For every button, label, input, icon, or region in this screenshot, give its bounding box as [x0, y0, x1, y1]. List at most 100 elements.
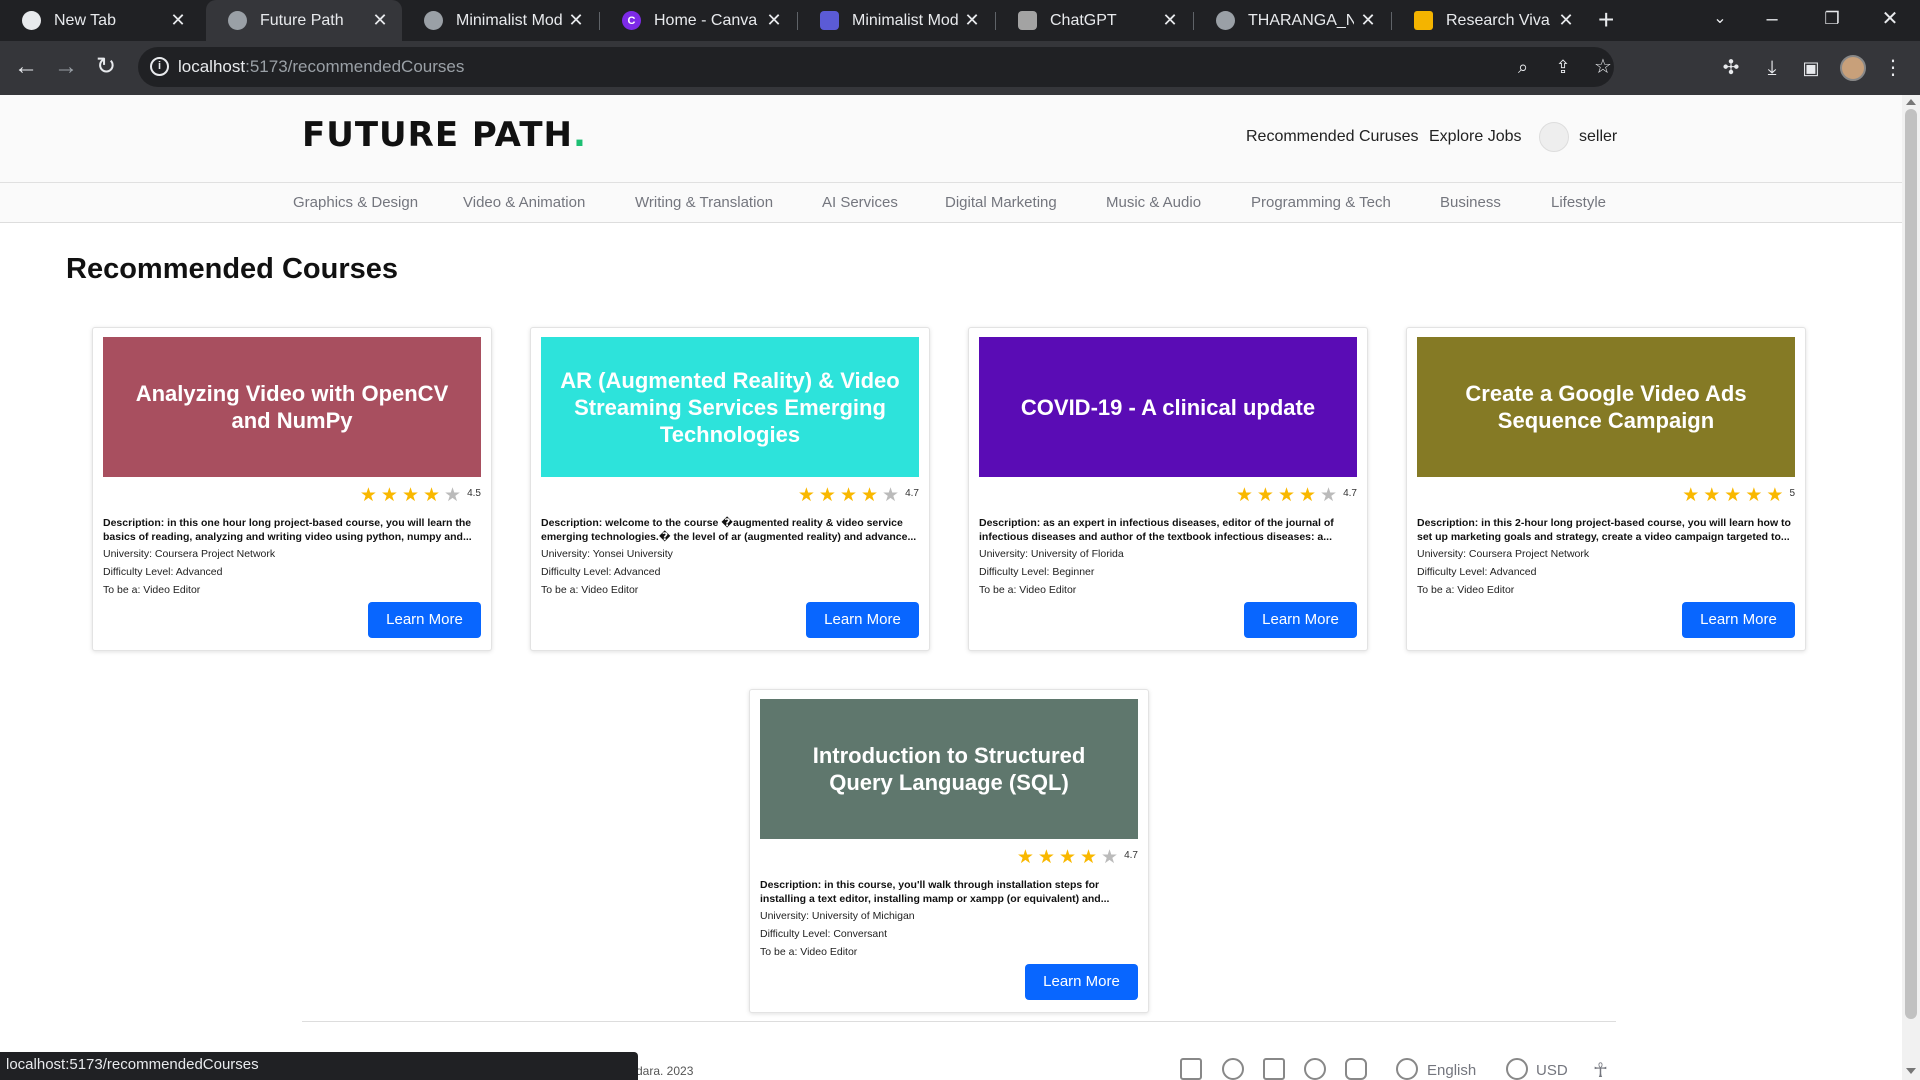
star-icon: ★ [1766, 485, 1784, 506]
category-lifestyle[interactable]: Lifestyle [1551, 194, 1606, 211]
learn-more-button[interactable]: Learn More [1682, 602, 1795, 638]
star-icon: ★ [1682, 485, 1700, 506]
rating-value: 4.7 [905, 487, 919, 499]
close-tab-icon[interactable]: ✕ [164, 10, 192, 31]
tab-tharanga[interactable]: THARANGA_NUW ✕ [1194, 0, 1390, 41]
tab-new-tab[interactable]: New Tab ✕ [0, 0, 200, 41]
category-writing-translation[interactable]: Writing & Translation [635, 194, 773, 211]
learn-more-button[interactable]: Learn More [806, 602, 919, 638]
back-arrow-icon[interactable]: ← [10, 51, 42, 83]
course-career: To be a: Video Editor [760, 946, 858, 958]
learn-more-button[interactable]: Learn More [1244, 602, 1357, 638]
window-close-icon[interactable]: ✕ [1860, 0, 1920, 41]
site-header: FUTURE PATH. Recommended Curuses Explore… [0, 95, 1902, 183]
footer-divider [302, 1021, 1616, 1022]
share-icon[interactable]: ⇪ [1550, 54, 1576, 80]
restore-icon[interactable]: ❐ [1802, 0, 1862, 41]
tab-title: Future Path [260, 11, 344, 29]
page-scrollbar[interactable] [1902, 95, 1920, 1080]
bookmark-star-icon[interactable]: ☆ [1590, 54, 1616, 80]
star-icon: ★ [380, 485, 398, 506]
tab-search-chevron-icon[interactable]: ⌄ [1690, 0, 1750, 41]
category-digital-marketing[interactable]: Digital Marketing [945, 194, 1057, 211]
forward-arrow-icon[interactable]: → [50, 51, 82, 83]
tab-research-viva[interactable]: Research Viva - G ✕ [1392, 0, 1588, 41]
course-banner[interactable]: Create a Google Video Ads Sequence Campa… [1417, 337, 1795, 477]
star-icon: ★ [1058, 847, 1076, 868]
tab-canva[interactable]: C Home - Canva ✕ [600, 0, 796, 41]
zoom-icon[interactable]: ⌕ [1510, 54, 1536, 80]
site-info-icon[interactable]: i [150, 57, 169, 76]
star-icon: ★ [1703, 485, 1721, 506]
star-icon: ★ [444, 485, 462, 506]
logo[interactable]: FUTURE PATH. [302, 115, 587, 155]
star-rating: ★ ★ ★ ★ ★ 4.7 [1232, 486, 1357, 506]
close-tab-icon[interactable]: ✕ [562, 10, 590, 31]
star-icon: ★ [861, 485, 879, 506]
star-icon: ★ [401, 485, 419, 506]
course-banner[interactable]: AR (Augmented Reality) & Video Streaming… [541, 337, 919, 477]
course-difficulty: Difficulty Level: Advanced [1417, 566, 1537, 578]
category-video-animation[interactable]: Video & Animation [463, 194, 585, 211]
nav-explore-jobs[interactable]: Explore Jobs [1429, 128, 1522, 146]
course-banner[interactable]: Introduction to Structured Query Languag… [760, 699, 1138, 839]
address-url[interactable]: localhost:5173/recommendedCourses [178, 57, 464, 77]
close-tab-icon[interactable]: ✕ [1552, 10, 1580, 31]
scroll-down-arrow-icon[interactable] [1906, 1068, 1916, 1074]
category-graphics-design[interactable]: Graphics & Design [293, 194, 418, 211]
tab-minimalist-mode-2[interactable]: Minimalist Mode ✕ [798, 0, 994, 41]
tab-future-path[interactable]: Future Path ✕ [206, 0, 402, 41]
new-tab-plus-icon[interactable]: + [1598, 4, 1614, 36]
accessibility-icon[interactable]: ☥ [1593, 1058, 1608, 1080]
tab-minimalist-mode[interactable]: Minimalist Mode ✕ [402, 0, 598, 41]
scroll-up-arrow-icon[interactable] [1906, 99, 1916, 105]
learn-more-button[interactable]: Learn More [1025, 964, 1138, 1000]
instagram-icon[interactable] [1345, 1058, 1367, 1080]
star-icon: ★ [423, 485, 441, 506]
language-selector[interactable]: English [1427, 1062, 1476, 1079]
minimize-icon[interactable]: – [1742, 0, 1802, 41]
close-tab-icon[interactable]: ✕ [760, 10, 788, 31]
reload-icon[interactable]: ↻ [90, 51, 122, 83]
pinterest-icon[interactable] [1304, 1058, 1326, 1080]
facebook-icon[interactable] [1222, 1058, 1244, 1080]
course-description: Description: in this 2-hour long project… [1417, 517, 1791, 543]
star-icon: ★ [1016, 847, 1034, 868]
user-avatar[interactable] [1539, 122, 1569, 152]
course-banner[interactable]: Analyzing Video with OpenCV and NumPy [103, 337, 481, 477]
menu-kebab-icon[interactable]: ⋮ [1880, 55, 1906, 81]
browser-toolbar: ← → ↻ i localhost:5173/recommendedCourse… [0, 41, 1920, 95]
address-bar[interactable]: i localhost:5173/recommendedCourses ☆ ⇪ … [138, 47, 1614, 87]
star-icon: ★ [1256, 485, 1274, 506]
logo-text: FUTURE PATH [302, 115, 573, 155]
category-music-audio[interactable]: Music & Audio [1106, 194, 1201, 211]
close-tab-icon[interactable]: ✕ [1156, 10, 1184, 31]
extensions-puzzle-icon[interactable]: ✣ [1718, 55, 1744, 81]
chrome-icon [22, 11, 41, 30]
tab-title: Research Viva - G [1446, 11, 1552, 29]
download-icon[interactable]: ⤓ [1759, 55, 1785, 81]
side-panel-icon[interactable]: ▣ [1798, 55, 1824, 81]
course-description: Description: as an expert in infectious … [979, 517, 1334, 543]
url-host: localhost [178, 57, 246, 76]
close-tab-icon[interactable]: ✕ [366, 10, 394, 31]
nav-recommended-courses[interactable]: Recommended Curuses [1246, 128, 1419, 146]
star-icon: ★ [1299, 485, 1317, 506]
learn-more-button[interactable]: Learn More [368, 602, 481, 638]
close-tab-icon[interactable]: ✕ [958, 10, 986, 31]
course-banner[interactable]: COVID-19 - A clinical update [979, 337, 1357, 477]
category-ai-services[interactable]: AI Services [822, 194, 898, 211]
star-icon: ★ [882, 485, 900, 506]
currency-selector[interactable]: USD [1536, 1062, 1568, 1079]
scrollbar-thumb[interactable] [1905, 109, 1917, 1019]
user-name[interactable]: seller [1579, 128, 1617, 146]
category-business[interactable]: Business [1440, 194, 1501, 211]
course-career: To be a: Video Editor [103, 584, 201, 596]
linkedin-icon[interactable] [1263, 1058, 1285, 1080]
tab-chatgpt[interactable]: ChatGPT ✕ [996, 0, 1192, 41]
profile-avatar[interactable] [1840, 55, 1866, 81]
close-tab-icon[interactable]: ✕ [1354, 10, 1382, 31]
twitter-icon[interactable] [1180, 1058, 1202, 1080]
category-programming-tech[interactable]: Programming & Tech [1251, 194, 1391, 211]
course-card: Create a Google Video Ads Sequence Campa… [1406, 327, 1806, 651]
